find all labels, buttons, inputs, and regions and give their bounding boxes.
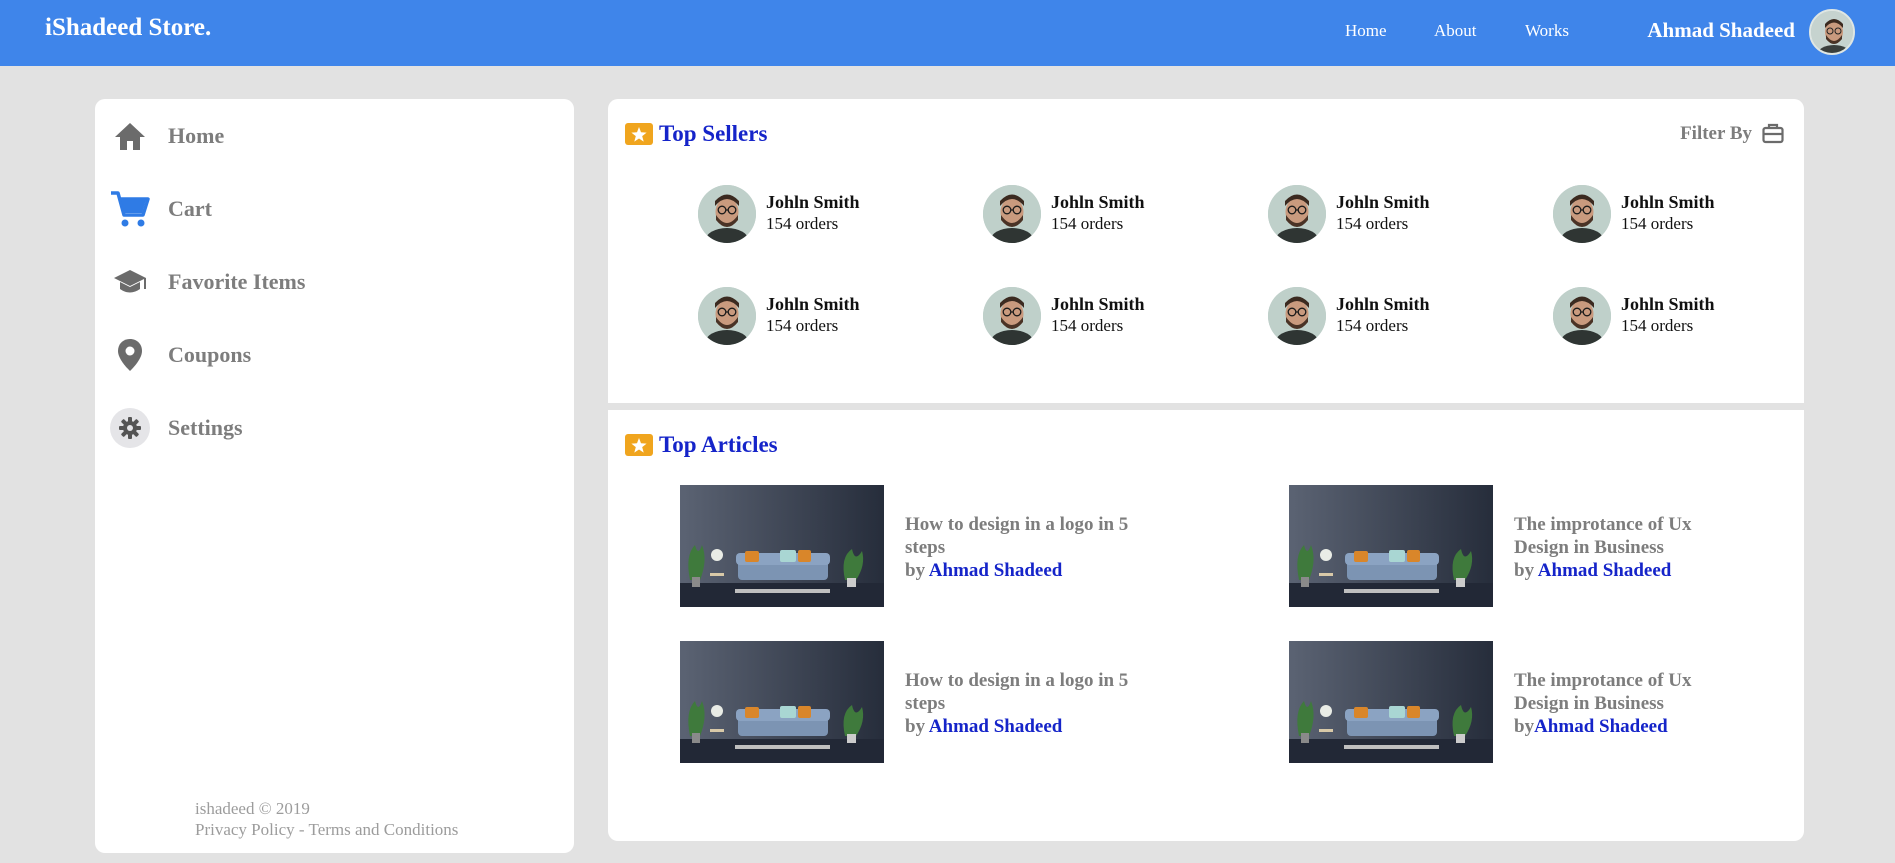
seller-card[interactable]: Johln Smith 154 orders <box>983 287 1183 345</box>
gear-icon <box>110 408 150 448</box>
privacy-policy-link[interactable]: Privacy Policy <box>195 820 295 839</box>
seller-name: Johln Smith <box>766 294 860 314</box>
article-text: The improtance of Ux Design in Business b… <box>1514 669 1744 738</box>
nav-home[interactable]: Home <box>1345 21 1387 41</box>
sidebar-item-label: Home <box>168 123 225 148</box>
article-byline: by Ahmad Shadeed <box>905 715 1135 738</box>
seller-orders: 154 orders <box>1336 214 1409 233</box>
article-title[interactable]: The improtance of Ux Design in Business <box>1514 669 1744 715</box>
filter-label: Filter By <box>1680 123 1752 144</box>
seller-avatar <box>1268 185 1326 243</box>
article-byline: by Ahmad Shadeed <box>905 559 1135 582</box>
article-byline: byAhmad Shadeed <box>1514 715 1744 738</box>
seller-orders: 154 orders <box>766 214 839 233</box>
seller-name: Johln Smith <box>1051 192 1145 212</box>
article-by: by <box>905 716 929 737</box>
article-title[interactable]: The improtance of Ux Design in Business <box>1514 513 1744 559</box>
terms-link[interactable]: Terms and Conditions <box>309 820 459 839</box>
sidebar-item-label: Favorite Items <box>168 269 306 294</box>
article-author-link[interactable]: Ahmad Shadeed <box>929 716 1063 737</box>
seller-name: Johln Smith <box>766 192 860 212</box>
top-sellers-panel: Top Sellers Filter By Johln Smith 154 ord… <box>608 99 1804 403</box>
seller-avatar <box>698 287 756 345</box>
seller-card[interactable]: Johln Smith 154 orders <box>698 287 898 345</box>
seller-orders: 154 orders <box>1336 316 1409 335</box>
seller-name: Johln Smith <box>1336 192 1430 212</box>
top-articles-title: Top Articles <box>659 432 778 457</box>
user-avatar[interactable] <box>1809 9 1855 55</box>
sidebar-item-label: Settings <box>168 415 243 440</box>
seller-avatar <box>983 185 1041 243</box>
article-image[interactable] <box>680 485 884 607</box>
article-image[interactable] <box>1289 641 1493 763</box>
seller-avatar <box>983 287 1041 345</box>
seller-orders: 154 orders <box>1621 316 1694 335</box>
top-bar: iShadeed Store. Home About Works Ahmad S… <box>0 0 1895 66</box>
seller-card[interactable]: Johln Smith 154 orders <box>1268 287 1468 345</box>
seller-card[interactable]: Johln Smith 154 orders <box>698 185 898 243</box>
article-title[interactable]: How to design in a logo in 5 steps <box>905 513 1135 559</box>
top-articles-panel: Top Articles How to design in a logo in … <box>608 410 1804 841</box>
footer-copyright: ishadeed © 2019 <box>195 799 310 818</box>
sidebar-item-label: Coupons <box>168 342 252 367</box>
article-card[interactable]: The improtance of Ux Design in Business b… <box>1289 641 1729 763</box>
home-icon <box>110 116 150 156</box>
seller-card[interactable]: Johln Smith 154 orders <box>1553 287 1753 345</box>
sidebar-item-cart[interactable]: Cart <box>110 189 550 229</box>
nav-about[interactable]: About <box>1434 21 1477 41</box>
sidebar-item-coupons[interactable]: Coupons <box>110 335 550 375</box>
seller-avatar <box>698 185 756 243</box>
cart-icon <box>110 189 150 229</box>
briefcase-icon <box>1762 122 1784 149</box>
article-card[interactable]: How to design in a logo in 5 steps by Ahm… <box>680 485 1128 607</box>
seller-avatar <box>1553 287 1611 345</box>
seller-avatar <box>1553 185 1611 243</box>
article-author-link[interactable]: Ahmad Shadeed <box>1534 716 1668 737</box>
article-byline: by Ahmad Shadeed <box>1514 559 1744 582</box>
seller-card[interactable]: Johln Smith 154 orders <box>983 185 1183 243</box>
seller-orders: 154 orders <box>1621 214 1694 233</box>
article-card[interactable]: How to design in a logo in 5 steps by Ahm… <box>680 641 1128 763</box>
article-text: The improtance of Ux Design in Business b… <box>1514 513 1744 582</box>
article-by: by <box>905 560 929 581</box>
user-name[interactable]: Ahmad Shadeed <box>1647 18 1795 43</box>
brand-logo[interactable]: iShadeed Store. <box>45 14 211 42</box>
seller-card[interactable]: Johln Smith 154 orders <box>1553 185 1753 243</box>
seller-name: Johln Smith <box>1621 294 1715 314</box>
seller-orders: 154 orders <box>1051 214 1124 233</box>
article-image[interactable] <box>680 641 884 763</box>
article-text: How to design in a logo in 5 steps by Ahm… <box>905 669 1135 738</box>
article-text: How to design in a logo in 5 steps by Ahm… <box>905 513 1135 582</box>
seller-avatar <box>1268 287 1326 345</box>
graduation-cap-icon <box>110 262 150 302</box>
article-card[interactable]: The improtance of Ux Design in Business b… <box>1289 485 1729 607</box>
article-author-link[interactable]: Ahmad Shadeed <box>1538 560 1672 581</box>
footer-links: Privacy Policy - Terms and Conditions <box>195 820 458 840</box>
seller-name: Johln Smith <box>1336 294 1430 314</box>
article-by: by <box>1514 560 1538 581</box>
sidebar-item-home[interactable]: Home <box>110 116 550 156</box>
seller-name: Johln Smith <box>1051 294 1145 314</box>
sidebar-item-favorite-items[interactable]: Favorite Items <box>110 262 550 302</box>
footer-separator: - <box>294 820 309 839</box>
sidebar-item-label: Cart <box>168 196 212 221</box>
seller-orders: 154 orders <box>766 316 839 335</box>
article-by: by <box>1514 716 1535 737</box>
seller-card[interactable]: Johln Smith 154 orders <box>1268 185 1468 243</box>
sidebar: Home Cart Favorite Items Coupons Setting… <box>95 99 574 853</box>
star-badge-icon <box>625 434 653 456</box>
star-badge-icon <box>625 123 653 145</box>
article-author-link[interactable]: Ahmad Shadeed <box>929 560 1063 581</box>
top-sellers-title: Top Sellers <box>659 121 768 146</box>
article-image[interactable] <box>1289 485 1493 607</box>
article-title[interactable]: How to design in a logo in 5 steps <box>905 669 1135 715</box>
map-pin-icon <box>110 335 150 375</box>
seller-name: Johln Smith <box>1621 192 1715 212</box>
seller-orders: 154 orders <box>1051 316 1124 335</box>
sidebar-item-settings[interactable]: Settings <box>110 408 550 448</box>
nav-works[interactable]: Works <box>1525 21 1569 41</box>
